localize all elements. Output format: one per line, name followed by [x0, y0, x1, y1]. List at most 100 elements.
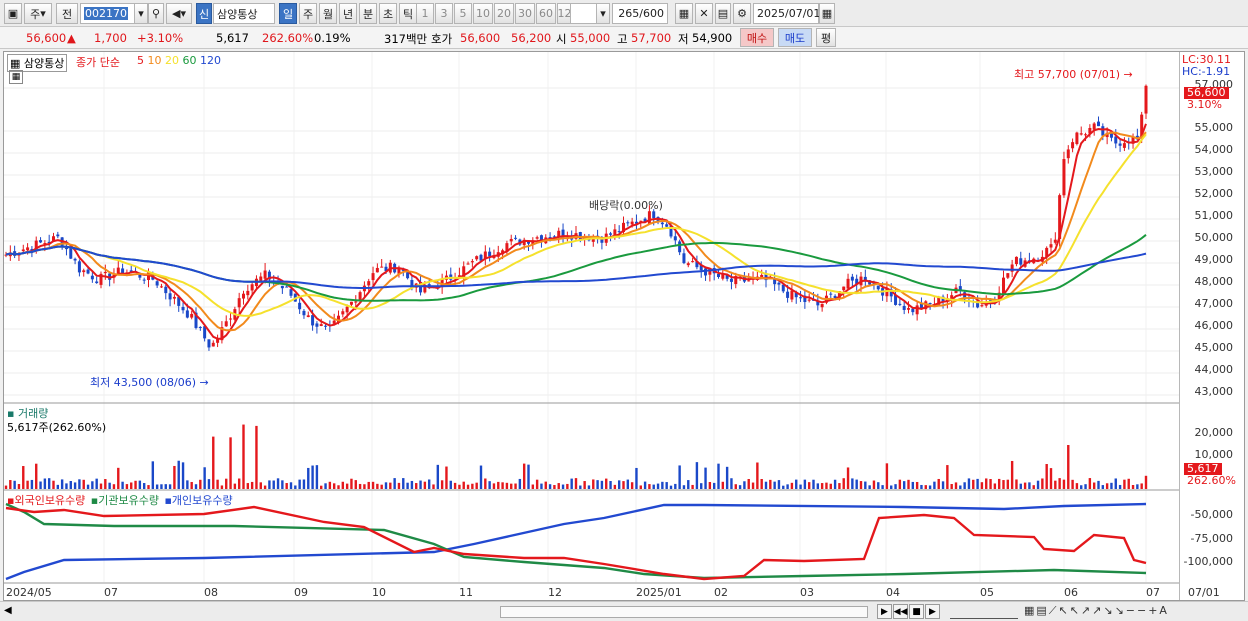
candle-body [168, 293, 172, 300]
candle-body [237, 298, 241, 308]
period-button-0[interactable]: 일 [279, 3, 297, 24]
volume-bar [69, 481, 72, 489]
volume-bar [760, 479, 763, 489]
volume-bar [626, 479, 630, 489]
mode-select[interactable]: 주 ▾ [24, 3, 52, 24]
prev-button[interactable]: 전 [56, 3, 78, 24]
bar-count-field[interactable]: 265/600 [612, 3, 668, 24]
period-button-5[interactable]: 초 [379, 3, 397, 24]
x-axis-tick: 07 [104, 586, 118, 599]
candle-body [691, 261, 695, 263]
volume-bar [829, 483, 832, 489]
volume-bar [907, 479, 910, 489]
interval-button-1[interactable]: 1 [416, 3, 434, 24]
interval-button-10[interactable]: 10 [473, 3, 493, 24]
buy-button[interactable]: 매수 [740, 28, 774, 47]
volume-bar [436, 464, 440, 489]
volume-pct-tag: 262.60% [1187, 474, 1236, 487]
volume-bar [514, 483, 517, 489]
stock-code-input[interactable]: 002170 [80, 3, 136, 24]
code-dropdown-icon[interactable]: ▾ [134, 3, 148, 24]
volume-bar [687, 480, 690, 489]
candle-body [928, 303, 932, 305]
volume-bar [851, 478, 854, 489]
holdings-ytick: -100,000 [1183, 555, 1233, 568]
candle-body [354, 301, 358, 303]
candle-body [466, 263, 470, 265]
play-icon[interactable]: ▶ [925, 604, 940, 619]
interval-button-3[interactable]: 3 [435, 3, 453, 24]
crosshair-icon[interactable]: ✕ [695, 3, 713, 24]
candle-body [229, 318, 233, 320]
candle-body [786, 291, 790, 298]
calendar-icon[interactable]: ▦ [819, 3, 835, 24]
stock-type-badge[interactable]: 신 [196, 3, 212, 24]
chart-grid-icon[interactable]: ▦ [675, 3, 693, 24]
search-icon[interactable]: ⚲ [148, 3, 164, 24]
volume-bar [600, 480, 604, 489]
volume-bar [924, 485, 927, 489]
open-label: 시 [556, 32, 567, 46]
candle-body [1071, 142, 1075, 149]
volume-bar [859, 481, 863, 489]
volume-bar [4, 485, 8, 489]
volume-bar [561, 484, 565, 489]
interval-button-5[interactable]: 5 [454, 3, 472, 24]
volume-bar [505, 482, 509, 489]
interval-button-30[interactable]: 30 [515, 3, 535, 24]
volume-bar [868, 485, 871, 489]
candle-body [820, 303, 824, 308]
period-button-3[interactable]: 년 [339, 3, 357, 24]
avg-button[interactable]: 평 [816, 28, 836, 47]
period-button-1[interactable]: 주 [299, 3, 317, 24]
date-field[interactable]: 2025/07/01 [753, 3, 820, 24]
calculator-icon[interactable]: ▦ [9, 70, 23, 84]
volume-bar [1080, 485, 1083, 489]
volume-bar [643, 481, 647, 489]
volume-bar [117, 467, 120, 489]
sell-button[interactable]: 매도 [778, 28, 812, 47]
rewind-icon[interactable]: ◀◀ [893, 604, 908, 619]
candle-body [686, 263, 690, 266]
volume-bar [846, 467, 850, 489]
volume-bar [596, 480, 599, 489]
volume-bar [320, 485, 323, 489]
price-change: 1,700 [94, 31, 127, 45]
chart-area[interactable]: ▦ 삼양통상 종가 단순 5 10 20 60 120 ▦ 최고 57,700 … [3, 51, 1245, 601]
volume-bar [112, 484, 116, 489]
volume-bar [125, 484, 129, 489]
interval-dropdown-icon[interactable]: ▾ [596, 3, 610, 24]
zoom-slider[interactable] [950, 605, 1018, 619]
volume-bar [751, 482, 755, 489]
period-button-4[interactable]: 분 [359, 3, 377, 24]
settings-gear-icon[interactable]: ⚙ [733, 3, 751, 24]
volume-bar [928, 485, 932, 489]
interval-button-20[interactable]: 20 [494, 3, 514, 24]
volume-bar [890, 485, 893, 489]
candle-body [915, 305, 919, 315]
stop-icon[interactable]: ■ [909, 604, 924, 619]
volume-bar [328, 481, 332, 489]
bar-count-max: /600 [639, 7, 664, 20]
period-button-6[interactable]: 틱 [399, 3, 417, 24]
volume-bar [730, 478, 733, 489]
chart-canvas[interactable] [4, 52, 1179, 601]
interval-button-60[interactable]: 60 [536, 3, 556, 24]
tool-icons[interactable]: ▦▤⟋↖↖↗↗↘↘−−+A [1024, 604, 1169, 618]
volume-bar [1123, 479, 1126, 489]
period-button-2[interactable]: 월 [319, 3, 337, 24]
candle-body [781, 284, 785, 292]
scroll-next-icon[interactable]: ▶ [877, 604, 892, 619]
volume-bar [445, 466, 448, 489]
save-icon[interactable]: ▤ [715, 3, 731, 24]
window-menu-icon[interactable]: ▣ [4, 3, 22, 24]
stock-name-field[interactable]: 삼양통상 [213, 3, 275, 24]
speaker-icon[interactable]: ◀▾ [166, 3, 192, 24]
volume-bar [972, 479, 975, 489]
scroll-thumb[interactable] [500, 606, 868, 618]
volume-bar [186, 480, 189, 489]
candle-body [729, 278, 733, 282]
candle-body [1084, 134, 1088, 136]
volume-bar [194, 484, 198, 489]
scroll-left-icon[interactable]: ◀ [4, 605, 18, 619]
